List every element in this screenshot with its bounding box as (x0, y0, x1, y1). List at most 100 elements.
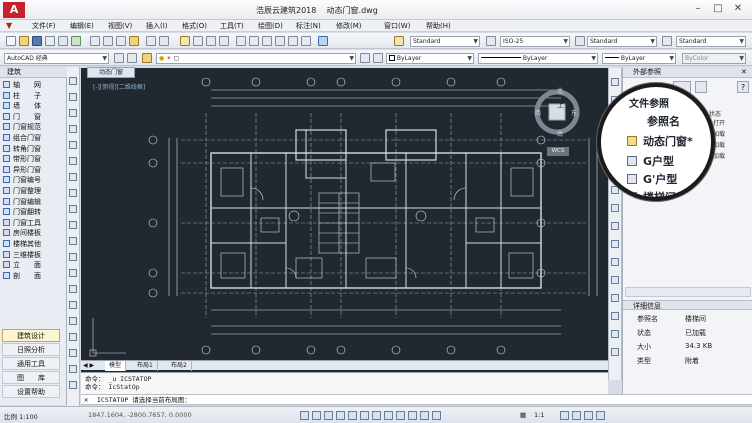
palette-item[interactable]: 门窗整理 (3, 186, 63, 197)
menu-window[interactable]: 窗口(W) (384, 21, 410, 31)
workspace-select[interactable]: AutoCAD 经典 ▼ (4, 53, 109, 64)
maximize-icon[interactable]: □ (710, 2, 726, 16)
trim-icon[interactable] (611, 240, 619, 248)
palette-item[interactable]: 立 面 (3, 260, 63, 271)
table-style-select[interactable]: Standard ▼ (587, 36, 657, 47)
palette-tab[interactable]: 设置帮助 (2, 385, 60, 398)
annotation-visibility-icon[interactable] (560, 411, 569, 420)
arc-icon[interactable] (69, 157, 77, 165)
palette-item[interactable]: 柱 子 (3, 91, 63, 102)
palette-tab[interactable]: 通用工具 (2, 357, 60, 370)
insert-block-icon[interactable] (69, 253, 77, 261)
text-style-select[interactable]: Standard ▼ (410, 36, 480, 47)
palette-item[interactable]: 轴 网 (3, 80, 63, 91)
close-icon[interactable]: ✕ (730, 2, 746, 16)
selection-cycling-icon[interactable] (432, 411, 441, 420)
copy-icon[interactable] (103, 36, 113, 46)
palette-item[interactable]: 组合门窗 (3, 133, 63, 144)
xref-row-2[interactable]: G'户型 (627, 171, 677, 187)
region-icon[interactable] (69, 333, 77, 341)
preview-icon[interactable] (58, 36, 68, 46)
tab-model[interactable]: 模型 (105, 361, 127, 371)
menu-edit[interactable]: 编辑(E) (70, 21, 94, 31)
color-select[interactable]: ByLayer ▼ (386, 53, 474, 64)
menu-help[interactable]: 帮助(H) (426, 21, 451, 31)
new-icon[interactable] (6, 36, 16, 46)
dim-style-select[interactable]: ISO-25 ▼ (500, 36, 570, 47)
scale-indicator[interactable]: 比例 1:100 (4, 411, 38, 421)
markup-icon[interactable] (288, 36, 298, 46)
polar-icon[interactable] (336, 411, 345, 420)
menu-dimension[interactable]: 标注(N) (296, 21, 321, 31)
palette-tab[interactable]: 建筑设计 (2, 329, 60, 342)
quick-properties-icon[interactable] (420, 411, 429, 420)
layer-properties-icon[interactable] (142, 53, 152, 63)
point-icon[interactable] (69, 285, 77, 293)
palette-item[interactable]: 转角门窗 (3, 144, 63, 155)
lock-ui-icon[interactable] (584, 411, 593, 420)
palette-item[interactable]: 门窗规范 (3, 122, 63, 133)
line-icon[interactable] (69, 77, 77, 85)
stretch-icon[interactable] (611, 222, 619, 230)
text-style-icon[interactable] (394, 36, 404, 46)
palette-item[interactable]: 门窗翻转 (3, 207, 63, 218)
zoom-window-icon[interactable] (206, 36, 216, 46)
extend-icon[interactable] (611, 258, 619, 266)
viewport-label[interactable]: [-][俯视][二维线框] (93, 82, 145, 91)
layer-select[interactable]: ● ☀ ▢ ▼ (156, 53, 356, 64)
ducs-icon[interactable] (372, 411, 381, 420)
dim-style-icon[interactable] (486, 36, 496, 46)
menu-file[interactable]: 文件(F) (32, 21, 56, 31)
redo-icon[interactable] (159, 36, 169, 46)
app-logo-icon[interactable]: A (3, 2, 25, 18)
help-icon[interactable] (318, 36, 328, 46)
rectangle-icon[interactable] (69, 141, 77, 149)
palette-item[interactable]: 门窗编辑 (3, 197, 63, 208)
match-properties-icon[interactable] (129, 36, 139, 46)
zoom-realtime-icon[interactable] (193, 36, 203, 46)
mleader-style-select[interactable]: Standard ▼ (676, 36, 746, 47)
dyn-icon[interactable] (384, 411, 393, 420)
polyline-icon[interactable] (69, 109, 77, 117)
file-tab[interactable]: 动态门窗 (87, 67, 135, 78)
calculator-icon[interactable] (301, 36, 311, 46)
palette-item[interactable]: 三维楼板 (3, 250, 63, 261)
palette-tab[interactable]: 图 库 (2, 371, 60, 384)
paste-icon[interactable] (116, 36, 126, 46)
gear-icon[interactable] (114, 53, 124, 63)
palette-tab[interactable]: 日照分析 (2, 343, 60, 356)
tool-palettes-icon[interactable] (262, 36, 272, 46)
ortho-icon[interactable] (324, 411, 333, 420)
palette-item[interactable]: 门窗编号 (3, 175, 63, 186)
fillet-icon[interactable] (611, 330, 619, 338)
make-block-icon[interactable] (69, 269, 77, 277)
xref-row-1[interactable]: G户型 (627, 153, 674, 169)
mleader-style-icon[interactable] (662, 36, 672, 46)
join-icon[interactable] (611, 294, 619, 302)
xref-row-0[interactable]: 动态门窗* (627, 133, 693, 149)
scale-icon[interactable] (611, 204, 619, 212)
model-space-toggle[interactable]: ▦ (520, 411, 526, 419)
save-icon[interactable] (32, 36, 42, 46)
detail-value-name[interactable]: 楼梯间 (685, 314, 706, 324)
revcloud-icon[interactable] (69, 189, 77, 197)
chamfer-icon[interactable] (611, 312, 619, 320)
break-icon[interactable] (611, 276, 619, 284)
menu-format[interactable]: 格式(O) (182, 21, 207, 31)
detail-value-type[interactable]: 附着 (685, 356, 699, 366)
polygon-icon[interactable] (69, 125, 77, 133)
linetype-select[interactable]: ByLayer ▼ (478, 53, 598, 64)
panel-scrollbar[interactable] (625, 287, 751, 297)
ellipse-arc-icon[interactable] (69, 237, 77, 245)
grid-icon[interactable] (312, 411, 321, 420)
osnap-icon[interactable] (348, 411, 357, 420)
palette-item[interactable]: 门 窗 (3, 112, 63, 123)
undo-icon[interactable] (146, 36, 156, 46)
lineweight-toggle-icon[interactable] (396, 411, 405, 420)
tab-layout2[interactable]: 布局2 (167, 361, 192, 371)
open-icon[interactable] (19, 36, 29, 46)
palette-item[interactable]: 楼梯其他 (3, 239, 63, 250)
clean-screen-icon[interactable] (596, 411, 605, 420)
tab-layout1[interactable]: 布局1 (133, 361, 158, 371)
annotation-scale[interactable]: 1:1 (534, 411, 544, 419)
